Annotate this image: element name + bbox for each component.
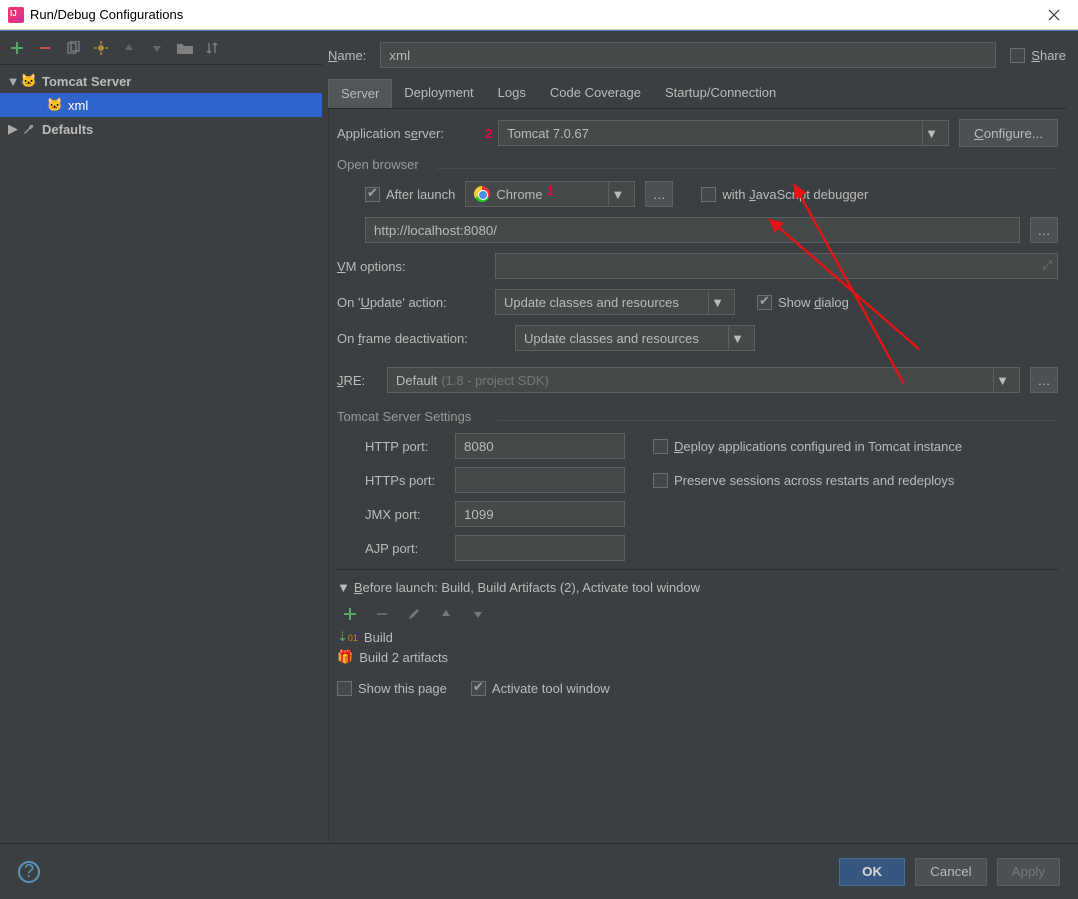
after-launch-checkbox[interactable]: After launch (365, 187, 455, 202)
apply-button[interactable]: Apply (997, 858, 1060, 886)
titlebar: Run/Debug Configurations (0, 0, 1078, 30)
wrench-icon (20, 122, 38, 136)
bl-remove-icon[interactable] (373, 605, 391, 623)
move-up-icon[interactable] (120, 39, 138, 57)
add-icon[interactable] (8, 39, 26, 57)
jre-label: JRE: (337, 373, 377, 388)
bl-up-icon[interactable] (437, 605, 455, 623)
settings-icon[interactable] (92, 39, 110, 57)
remove-icon[interactable] (36, 39, 54, 57)
app-icon (8, 7, 24, 23)
help-button[interactable]: ? (18, 861, 40, 883)
expand-icon[interactable]: ⤢ (1042, 258, 1052, 273)
update-action-label: On 'Update' action: (337, 295, 485, 310)
js-debugger-checkbox[interactable]: with JavaScript debugger (701, 187, 868, 202)
tab-server[interactable]: Server (328, 79, 392, 108)
frame-deactivation-label: On frame deactivation: (337, 331, 505, 346)
tab-code-coverage[interactable]: Code Coverage (538, 79, 653, 108)
browser-value: Chrome (496, 187, 542, 202)
cancel-button[interactable]: Cancel (915, 858, 987, 886)
tree-label: Defaults (42, 122, 93, 137)
tab-logs[interactable]: Logs (486, 79, 538, 108)
ok-button[interactable]: OK (839, 858, 905, 886)
tree-node-defaults[interactable]: ▶ Defaults (0, 117, 322, 141)
http-port-input[interactable] (455, 433, 625, 459)
tomcat-settings-title: Tomcat Server Settings (337, 409, 1058, 424)
server-tab-content: Application server: 2 Tomcat 7.0.67 ▼ Co… (328, 109, 1066, 843)
tree-node-tomcat-server[interactable]: ▼ 🐱 Tomcat Server (0, 69, 322, 93)
tomcat-icon: 🐱 (20, 73, 38, 89)
jre-select[interactable]: Default (1.8 - project SDK) ▼ (387, 367, 1020, 393)
url-more-button[interactable]: … (1030, 217, 1058, 243)
https-port-input[interactable] (455, 467, 625, 493)
open-browser-title: Open browser (337, 157, 1058, 172)
activate-tool-window-checkbox[interactable]: Activate tool window (471, 681, 610, 696)
app-server-label: Application server: (337, 126, 485, 141)
ajp-port-label: AJP port: (365, 541, 445, 556)
before-launch-toggle[interactable]: ▼ Before launch: Build, Build Artifacts … (337, 580, 1058, 595)
sidebar-toolbar (0, 31, 322, 65)
ajp-port-input[interactable] (455, 535, 625, 561)
tab-deployment[interactable]: Deployment (392, 79, 485, 108)
vm-options-label: VM options: (337, 259, 485, 274)
config-tree: ▼ 🐱 Tomcat Server 🐱 xml ▶ Defaults (0, 65, 322, 145)
list-item[interactable]: 🎁 Build 2 artifacts (337, 647, 1058, 667)
chevron-down-icon: ▼ (922, 121, 940, 145)
tabs: Server Deployment Logs Code Coverage Sta… (328, 79, 1066, 109)
sort-icon[interactable] (204, 39, 222, 57)
show-page-checkbox[interactable]: Show this page (337, 681, 447, 696)
name-label: Name: (328, 48, 366, 63)
annotation-num-1: 1 (547, 183, 554, 198)
chevron-down-icon: ▼ (608, 182, 626, 206)
vm-options-input[interactable] (495, 253, 1058, 279)
annotation-num-2: 2 (485, 126, 492, 141)
jmx-port-input[interactable] (455, 501, 625, 527)
dialog-footer: ? OK Cancel Apply (0, 843, 1078, 899)
close-button[interactable] (1038, 0, 1070, 30)
chevron-down-icon: ▼ (708, 290, 726, 314)
url-input[interactable] (365, 217, 1020, 243)
app-server-value: Tomcat 7.0.67 (507, 126, 589, 141)
jre-more-button[interactable]: … (1030, 367, 1058, 393)
frame-deactivation-select[interactable]: Update classes and resources ▼ (515, 325, 755, 351)
tree-label: xml (68, 98, 88, 113)
update-action-select[interactable]: Update classes and resources ▼ (495, 289, 735, 315)
chevron-down-icon: ▼ (993, 368, 1011, 392)
tab-startup-connection[interactable]: Startup/Connection (653, 79, 788, 108)
tree-label: Tomcat Server (42, 74, 131, 89)
show-dialog-checkbox[interactable]: Show dialog (757, 295, 849, 310)
jmx-port-label: JMX port: (365, 507, 445, 522)
app-server-select[interactable]: Tomcat 7.0.67 ▼ (498, 120, 949, 146)
right-panel: Name: Share Server Deployment Logs Code … (322, 31, 1078, 843)
artifact-icon: 🎁 (337, 649, 353, 665)
configure-button[interactable]: Configure... (959, 119, 1058, 147)
share-checkbox[interactable]: Share (1010, 48, 1066, 63)
expand-arrow-icon[interactable]: ▼ (6, 74, 20, 89)
collapse-arrow-icon[interactable]: ▶ (6, 121, 20, 137)
window-title: Run/Debug Configurations (30, 7, 1038, 22)
name-input[interactable] (380, 42, 996, 68)
sidebar: ▼ 🐱 Tomcat Server 🐱 xml ▶ Defaults (0, 31, 322, 843)
build-icon: ⇣01 (337, 629, 358, 645)
before-launch-section: ▼ Before launch: Build, Build Artifacts … (337, 569, 1058, 696)
folder-icon[interactable] (176, 39, 194, 57)
before-launch-list: ⇣01 Build 🎁 Build 2 artifacts (337, 627, 1058, 667)
list-item[interactable]: ⇣01 Build (337, 627, 1058, 647)
bl-add-icon[interactable] (341, 605, 359, 623)
bl-edit-icon[interactable] (405, 605, 423, 623)
deploy-checkbox[interactable]: Deploy applications configured in Tomcat… (653, 439, 962, 454)
move-down-icon[interactable] (148, 39, 166, 57)
tree-node-xml[interactable]: 🐱 xml (0, 93, 322, 117)
browser-select[interactable]: Chrome 1 ▼ (465, 181, 635, 207)
bl-down-icon[interactable] (469, 605, 487, 623)
browser-more-button[interactable]: … (645, 181, 673, 207)
http-port-label: HTTP port: (365, 439, 445, 454)
preserve-checkbox[interactable]: Preserve sessions across restarts and re… (653, 473, 954, 488)
copy-icon[interactable] (64, 39, 82, 57)
https-port-label: HTTPs port: (365, 473, 445, 488)
chevron-down-icon: ▼ (728, 326, 746, 350)
chrome-icon (474, 186, 490, 202)
tomcat-local-icon: 🐱 (46, 97, 64, 113)
